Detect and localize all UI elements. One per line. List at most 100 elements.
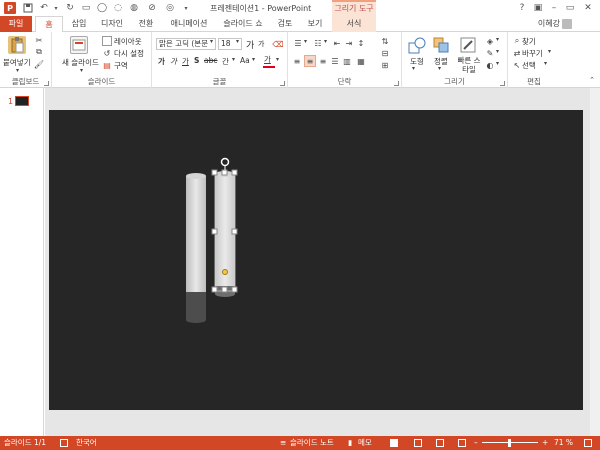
quick-styles-icon[interactable]	[459, 36, 477, 54]
align-text-icon[interactable]: ⊟	[380, 48, 390, 58]
powerpoint-logo-icon[interactable]: P	[4, 2, 16, 14]
justify-icon[interactable]: ☰	[330, 56, 340, 66]
save-icon[interactable]	[22, 2, 34, 14]
replace-dropdown-icon[interactable]: ▾	[548, 48, 551, 55]
layout-button[interactable]: 레이아웃	[114, 36, 142, 47]
section-button[interactable]: 구역	[114, 60, 128, 71]
font-color-dropdown-icon[interactable]: ▾	[276, 56, 279, 63]
undo-icon[interactable]: ↶	[38, 2, 50, 14]
columns-icon[interactable]: ▦	[356, 56, 366, 66]
tab-transitions[interactable]: 전환	[132, 16, 160, 32]
smartart-icon[interactable]: ⊞	[380, 60, 390, 70]
slide-sorter-icon[interactable]	[414, 439, 422, 447]
collapse-ribbon-icon[interactable]: ⌃	[588, 76, 596, 84]
language-status[interactable]: 한국어	[76, 436, 97, 450]
font-name-combo[interactable]: 맑은 고딕 (본문	[156, 38, 216, 50]
bold-button[interactable]: 가	[158, 56, 165, 67]
slide-thumbnail[interactable]	[15, 96, 29, 106]
char-spacing-button[interactable]: 간	[222, 56, 229, 67]
new-slide-icon[interactable]	[70, 36, 88, 54]
change-case-button[interactable]: Aa	[240, 56, 250, 65]
slideshow-view-icon[interactable]	[458, 439, 466, 447]
align-right-icon[interactable]: ≡	[318, 56, 328, 66]
increase-indent-icon[interactable]: ⇥	[344, 38, 354, 48]
underline-button[interactable]: 가	[182, 56, 189, 67]
tab-insert[interactable]: 삽입	[66, 16, 92, 32]
shape-fill-dropdown-icon[interactable]: ▾	[496, 36, 499, 43]
char-spacing-dropdown-icon[interactable]: ▾	[232, 56, 235, 63]
tab-file[interactable]: 파일	[0, 16, 32, 32]
user-name[interactable]: 이혜강	[538, 16, 560, 32]
shadow-button[interactable]: S	[194, 56, 199, 65]
spelling-check-icon[interactable]	[60, 439, 68, 447]
avatar[interactable]	[562, 19, 572, 29]
reading-view-icon[interactable]	[436, 439, 444, 447]
font-name-dropdown-icon[interactable]: ▾	[210, 38, 213, 45]
shapes-dropdown-icon[interactable]: ▾	[412, 65, 415, 72]
tab-review[interactable]: 검토	[272, 16, 298, 32]
italic-button[interactable]: 가	[170, 56, 177, 67]
grow-font-button[interactable]: 가	[246, 38, 254, 51]
bullets-dropdown-icon[interactable]: ▾	[304, 38, 307, 45]
clear-formatting-icon[interactable]: ⌫	[272, 38, 284, 50]
tab-format[interactable]: 서식	[332, 16, 376, 32]
drawing-launcher-icon[interactable]	[500, 81, 505, 86]
tab-home[interactable]: 홈	[35, 16, 63, 33]
text-direction-icon[interactable]: ⇅	[380, 36, 390, 46]
distributed-icon[interactable]: ▥	[342, 56, 352, 66]
help-icon[interactable]: ?	[516, 2, 528, 14]
shape-effects-dropdown-icon[interactable]: ▾	[496, 60, 499, 67]
customize-toolbar-icon[interactable]: ▾	[180, 2, 192, 14]
shape-outline-icon[interactable]: ✎	[484, 48, 496, 58]
redo-icon[interactable]: ↻	[64, 2, 76, 14]
shape-effects-icon[interactable]: ◐	[484, 60, 496, 70]
replace-button[interactable]: 바꾸기	[522, 48, 543, 59]
change-case-dropdown-icon[interactable]: ▾	[252, 56, 255, 63]
close-button[interactable]: ✕	[582, 2, 594, 14]
cut-icon[interactable]: ✂	[34, 35, 44, 45]
select-dropdown-icon[interactable]: ▾	[544, 60, 547, 67]
format-painter-icon[interactable]: 🖌	[34, 59, 44, 69]
fit-slide-icon[interactable]	[584, 439, 592, 447]
paragraph-launcher-icon[interactable]	[394, 81, 399, 86]
reset-button[interactable]: 다시 설정	[114, 48, 144, 59]
zoom-in-icon[interactable]: +	[542, 436, 548, 450]
zoom-slider-thumb[interactable]	[508, 439, 511, 447]
tab-animations[interactable]: 애니메이션	[164, 16, 214, 32]
shape-fill-icon[interactable]: ◈	[484, 36, 496, 46]
clipboard-launcher-icon[interactable]	[44, 81, 49, 86]
left-cylinder-shape[interactable]	[186, 173, 206, 323]
tab-view[interactable]: 보기	[302, 16, 328, 32]
font-launcher-icon[interactable]	[280, 81, 285, 86]
shape-combine-icon[interactable]: ◍	[128, 2, 140, 14]
notes-button[interactable]: 슬라이드 노트	[290, 436, 334, 450]
start-from-beginning-icon[interactable]: ▭	[80, 2, 92, 14]
align-left-icon[interactable]: ≡	[292, 56, 302, 66]
bullets-icon[interactable]: ☰	[292, 38, 304, 48]
shape-union-icon[interactable]: ◌	[112, 2, 124, 14]
shapes-icon[interactable]	[408, 36, 426, 54]
line-spacing-icon[interactable]: ↕	[356, 38, 366, 48]
decrease-indent-icon[interactable]: ⇤	[332, 38, 342, 48]
arrange-dropdown-icon[interactable]: ▾	[438, 65, 441, 72]
ribbon-display-icon[interactable]: ▣	[532, 2, 544, 14]
minimize-button[interactable]: –	[548, 2, 560, 14]
new-slide-dropdown-icon[interactable]: ▾	[80, 67, 83, 74]
undo-dropdown-icon[interactable]: ▾	[50, 2, 62, 14]
shape-intersect-icon[interactable]: ⊘	[146, 2, 158, 14]
align-center-icon[interactable]: ≡	[304, 55, 316, 67]
font-size-dropdown-icon[interactable]: ▾	[236, 38, 239, 45]
numbering-dropdown-icon[interactable]: ▾	[324, 38, 327, 45]
paste-icon[interactable]	[8, 36, 26, 54]
shape-icon[interactable]: ◯	[96, 2, 108, 14]
shrink-font-button[interactable]: 가	[258, 39, 264, 49]
vertical-scrollbar[interactable]	[590, 88, 600, 436]
shape-subtract-icon[interactable]: ◎	[164, 2, 176, 14]
normal-view-icon[interactable]	[390, 439, 398, 447]
numbering-icon[interactable]: ☷	[312, 38, 324, 48]
font-color-button[interactable]: 가	[264, 54, 271, 65]
paste-dropdown-icon[interactable]: ▾	[16, 67, 19, 74]
shape-outline-dropdown-icon[interactable]: ▾	[496, 48, 499, 55]
tab-slideshow[interactable]: 슬라이드 쇼	[218, 16, 268, 32]
copy-icon[interactable]: ⧉	[34, 47, 44, 57]
